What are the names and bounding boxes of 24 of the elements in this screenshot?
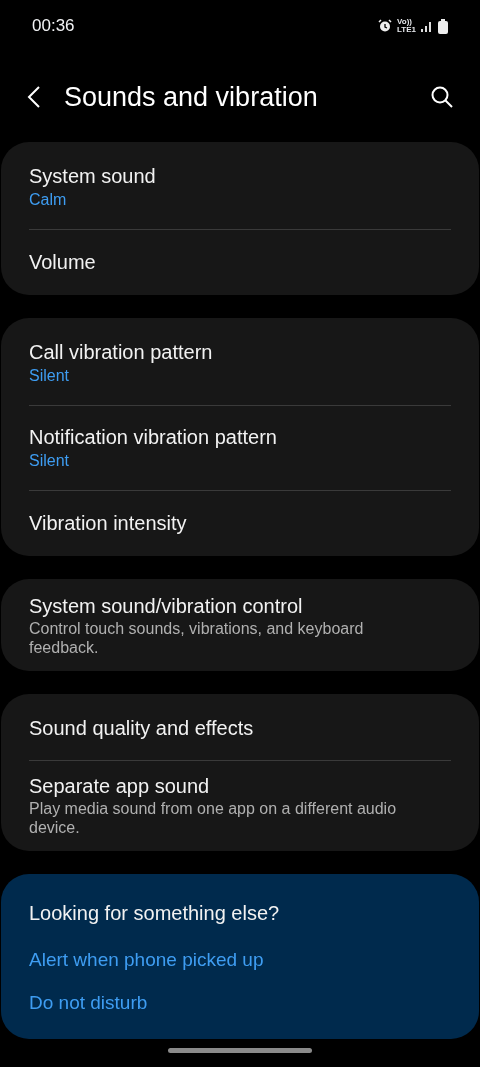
item-subtitle: Silent bbox=[29, 365, 71, 386]
settings-item[interactable]: Sound quality and effects bbox=[29, 696, 451, 760]
suggestion-link[interactable]: Alert when phone picked up bbox=[29, 946, 451, 975]
page-title: Sounds and vibration bbox=[64, 80, 319, 114]
item-subtitle: Silent bbox=[29, 451, 71, 471]
suggestion-title: Looking for something else? bbox=[29, 901, 281, 926]
item-subtitle: Control touch sounds, vibrations, and keyboard feedback. bbox=[29, 619, 365, 657]
status-time: 00:36 bbox=[32, 15, 75, 38]
item-subtitle: Play media sound from one app on a different audio device. bbox=[29, 799, 398, 837]
battery-icon bbox=[438, 18, 448, 34]
item-subtitle: Calm bbox=[29, 189, 68, 210]
settings-item[interactable]: Call vibration pattern Silent bbox=[29, 320, 451, 405]
alarm-icon bbox=[378, 19, 393, 33]
settings-item[interactable]: System sound Calm bbox=[29, 144, 451, 229]
settings-item[interactable]: Vibration intensity bbox=[29, 490, 451, 554]
search-icon[interactable] bbox=[430, 85, 454, 109]
settings-item[interactable]: Separate app sound Play media sound from one app on a different audio device. bbox=[29, 760, 451, 849]
suggestion-link[interactable]: Do not disturb bbox=[29, 988, 451, 1017]
settings-item[interactable]: System sound/vibration control Control touch sounds, vibrations, and keyboard feedback. bbox=[29, 581, 451, 669]
signal-icon bbox=[421, 20, 433, 32]
back-icon[interactable] bbox=[26, 85, 42, 109]
settings-item[interactable]: Notification vibration pattern Silent bbox=[29, 405, 451, 490]
network-label: Vo)) LTE1 bbox=[397, 18, 416, 34]
settings-item[interactable]: Volume bbox=[29, 229, 451, 293]
